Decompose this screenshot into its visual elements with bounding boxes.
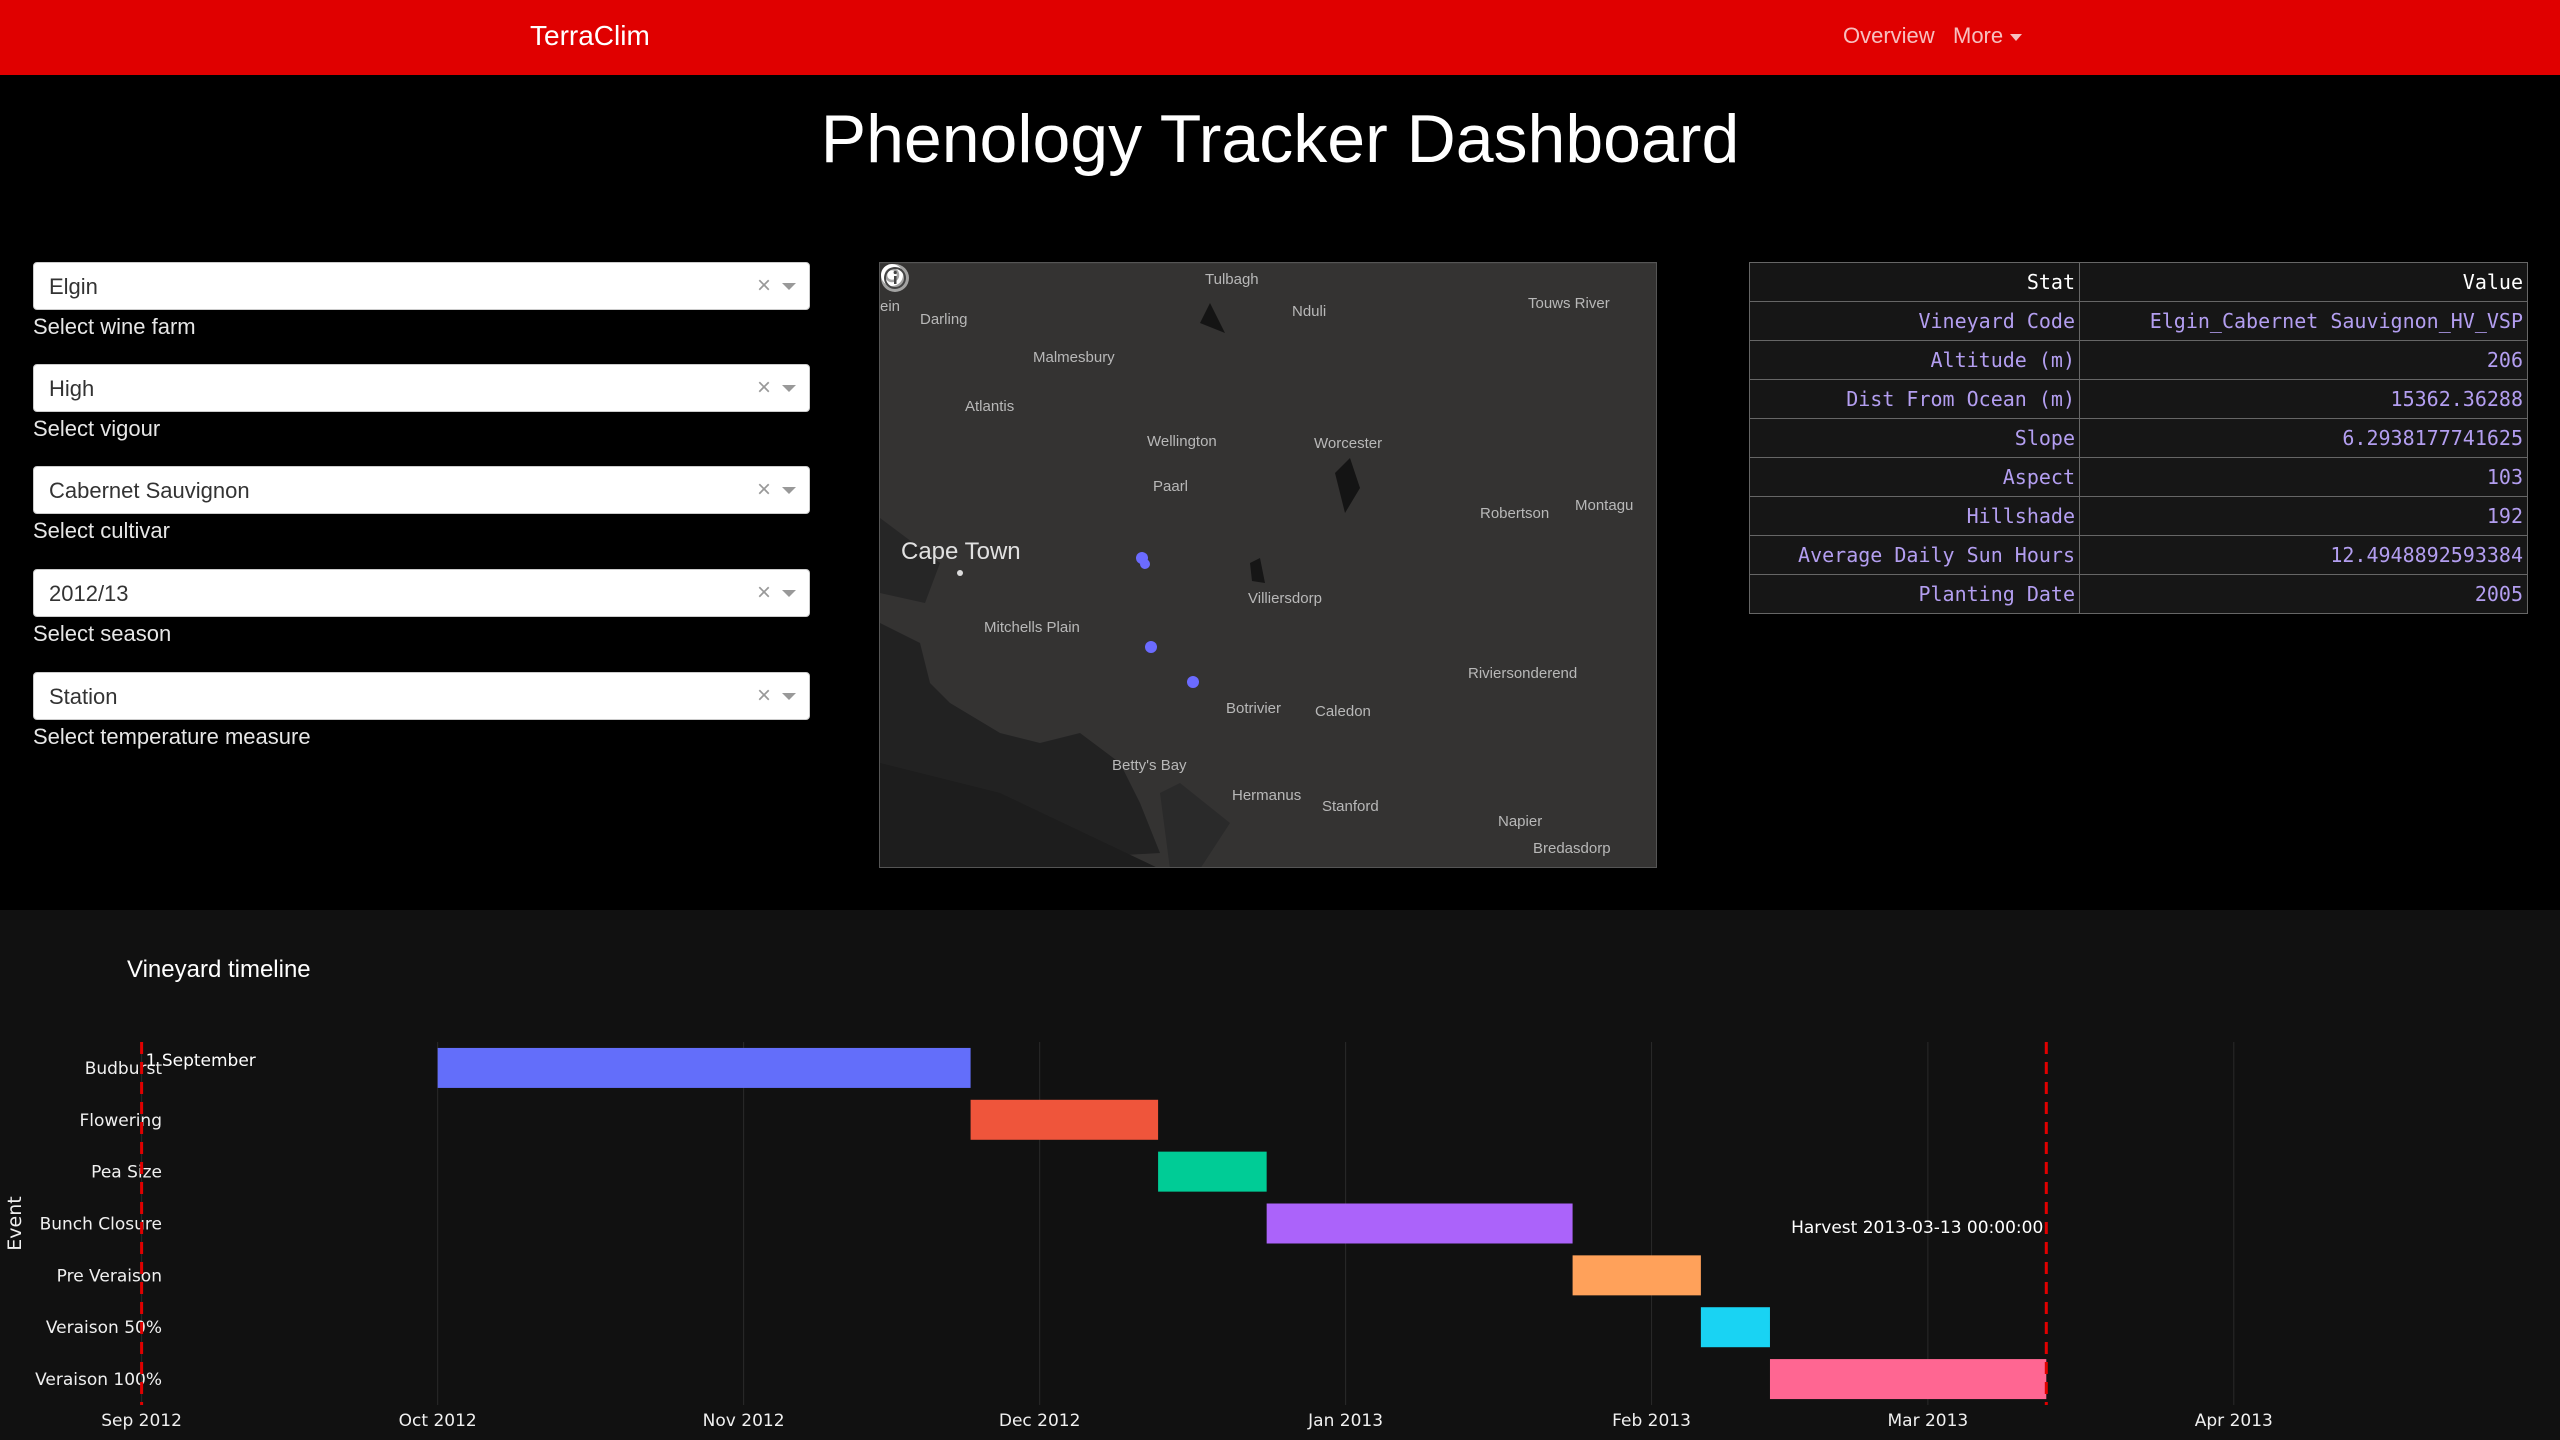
stat-name-cell: Dist From Ocean (m): [1749, 379, 2080, 419]
page-title: Phenology Tracker Dashboard: [820, 101, 1740, 177]
column-header-value[interactable]: Value: [2079, 262, 2528, 302]
cape-town-dot: [957, 570, 963, 576]
chevron-down-icon[interactable]: [782, 590, 796, 597]
navbar: TerraClim Overview More: [0, 0, 2560, 75]
brand-logo-text[interactable]: TerraClim: [530, 20, 650, 52]
table-row: Average Daily Sun Hours 12.4948892593384: [1749, 535, 2528, 575]
table-row: Planting Date 2005: [1749, 574, 2528, 614]
x-tick-label: Sep 2012: [101, 1411, 182, 1431]
stat-value-cell: 15362.36288: [2079, 379, 2528, 419]
table-row: Altitude (m) 206: [1749, 340, 2528, 380]
stat-name-cell: Slope: [1749, 418, 2080, 458]
season-value[interactable]: 2012/13: [49, 581, 129, 607]
gantt-bar[interactable]: [1572, 1255, 1701, 1296]
stat-name-cell: Vineyard Code: [1749, 301, 2080, 341]
x-tick-label: Jan 2013: [1307, 1411, 1383, 1431]
vigour-value[interactable]: High: [49, 376, 94, 402]
stat-value-cell: 12.4948892593384: [2079, 535, 2528, 575]
season-label: Select season: [33, 621, 172, 646]
cultivar-dropdown[interactable]: Cabernet Sauvignon ×: [33, 466, 810, 514]
nav-dropdown-more[interactable]: More: [1953, 23, 2023, 49]
gantt-bar[interactable]: [1266, 1203, 1573, 1244]
y-tick-label: Bunch Closure: [40, 1215, 162, 1235]
stat-name-cell: Planting Date: [1749, 574, 2080, 614]
stat-value-cell: 6.2938177741625: [2079, 418, 2528, 458]
clear-icon[interactable]: ×: [757, 374, 771, 402]
column-header-stat[interactable]: Stat: [1749, 262, 2080, 302]
stat-value-cell: Elgin_Cabernet Sauvignon_HV_VSP: [2079, 301, 2528, 341]
cultivar-label: Select cultivar: [33, 518, 170, 543]
gantt-bar[interactable]: [1769, 1359, 2047, 1400]
vigour-dropdown[interactable]: High ×: [33, 364, 810, 412]
vineyard-marker[interactable]: [1145, 641, 1157, 653]
y-tick-label: Pre Veraison: [57, 1266, 162, 1286]
stat-name-cell: Average Daily Sun Hours: [1749, 535, 2080, 575]
wine-farm-value[interactable]: Elgin: [49, 274, 98, 300]
caret-down-icon[interactable]: [2010, 33, 2023, 41]
y-axis-title: Event: [4, 1196, 26, 1250]
vigour-label: Select vigour: [33, 416, 161, 441]
y-tick-label: Veraison 50%: [46, 1318, 162, 1338]
vineyard-map[interactable]: Tulbagh Nduli Touws River Darling Malmes…: [879, 262, 1657, 868]
vineyard-marker[interactable]: [1187, 676, 1199, 688]
clear-icon[interactable]: ×: [757, 476, 771, 504]
chevron-down-icon[interactable]: [782, 283, 796, 290]
y-tick-label: Pea Size: [91, 1163, 162, 1183]
info-icon[interactable]: [880, 263, 910, 293]
stat-value-cell: 2005: [2079, 574, 2528, 614]
nav-link-overview[interactable]: Overview: [1843, 23, 1935, 49]
gantt-bar[interactable]: [970, 1099, 1159, 1140]
chevron-down-icon[interactable]: [782, 487, 796, 494]
cultivar-value[interactable]: Cabernet Sauvignon: [49, 478, 250, 504]
x-tick-label: Nov 2012: [703, 1411, 785, 1431]
wine-farm-label: Select wine farm: [33, 314, 196, 339]
temperature-measure-label: Select temperature measure: [33, 724, 311, 749]
table-row: Vineyard Code Elgin_Cabernet Sauvignon_HV…: [1749, 301, 2528, 341]
harvest-annotation: Harvest 2013-03-13 00:00:00: [1791, 1218, 2043, 1238]
season-dropdown[interactable]: 2012/13 ×: [33, 569, 810, 617]
stat-name-cell: Aspect: [1749, 457, 2080, 497]
temperature-measure-dropdown[interactable]: Station ×: [33, 672, 810, 720]
vineyard-timeline-chart[interactable]: Sep 2012 Oct 2012 Nov 2012 Dec 2012 Jan 2013…: [0, 1000, 2560, 1440]
start-annotation: 1 September: [146, 1051, 256, 1071]
x-tick-label: Dec 2012: [999, 1411, 1081, 1431]
x-tick-label: Oct 2012: [399, 1411, 477, 1431]
y-tick-label: Flowering: [79, 1111, 162, 1131]
vineyard-stats-table: Stat Value Vineyard Code Elgin_Cabernet S…: [1749, 262, 2528, 614]
gantt-bar[interactable]: [437, 1047, 971, 1088]
stat-value-cell: 103: [2079, 457, 2528, 497]
chevron-down-icon[interactable]: [782, 385, 796, 392]
x-tick-label: Feb 2013: [1612, 1411, 1691, 1431]
table-row: Aspect 103: [1749, 457, 2528, 497]
gantt-bar[interactable]: [1700, 1307, 1770, 1348]
table-row: Slope 6.2938177741625: [1749, 418, 2528, 458]
x-tick-label: Mar 2013: [1887, 1411, 1968, 1431]
clear-icon[interactable]: ×: [757, 272, 771, 300]
stat-name-cell: Altitude (m): [1749, 340, 2080, 380]
table-row: Dist From Ocean (m) 15362.36288: [1749, 379, 2528, 419]
stat-value-cell: 192: [2079, 496, 2528, 536]
gantt-bar[interactable]: [1158, 1151, 1267, 1192]
clear-icon[interactable]: ×: [757, 579, 771, 607]
map-overlay: [957, 552, 1199, 688]
temperature-measure-value[interactable]: Station: [49, 684, 118, 710]
table-row: Hillshade 192: [1749, 496, 2528, 536]
chevron-down-icon[interactable]: [782, 693, 796, 700]
clear-icon[interactable]: ×: [757, 682, 771, 710]
timeline-title: Vineyard timeline: [127, 956, 311, 983]
stat-name-cell: Hillshade: [1749, 496, 2080, 536]
table-header-row: Stat Value: [1749, 262, 2528, 302]
nav-more-label[interactable]: More: [1953, 23, 2003, 48]
stat-value-cell: 206: [2079, 340, 2528, 380]
wine-farm-dropdown[interactable]: Elgin ×: [33, 262, 810, 310]
vineyard-marker[interactable]: [1140, 559, 1150, 569]
x-tick-label: Apr 2013: [2195, 1411, 2273, 1431]
